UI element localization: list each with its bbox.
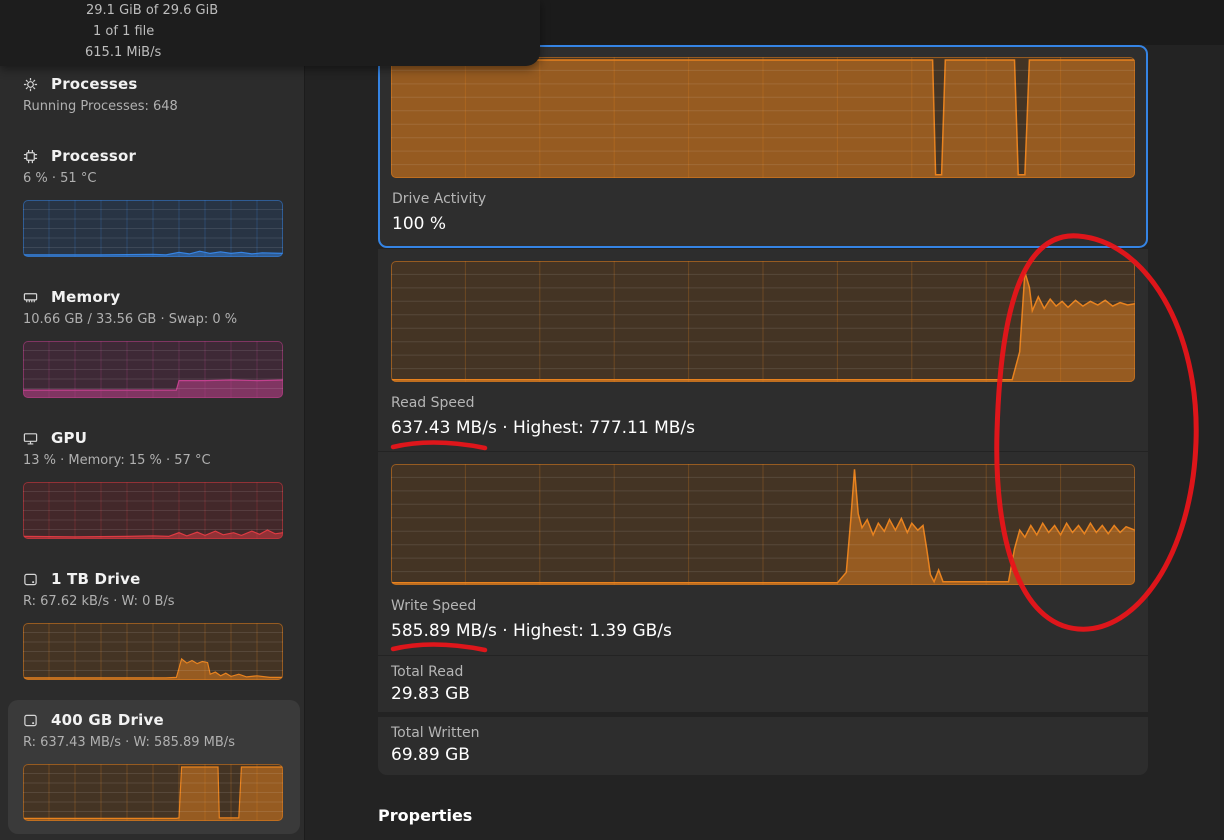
drive-icon [23,572,38,587]
sidebar-item-subtitle: R: 637.43 MB/s · W: 585.89 MB/s [23,735,285,753]
progress-files-text: 1 of 1 file [93,24,154,40]
total-written-row: Total Written 69.89 GB [378,717,1148,775]
row-label: Total Read [391,664,463,680]
sidebar-item-title: GPU [51,429,87,447]
progress-speed-text: 615.1 MiB/s [85,45,161,61]
sidebar-item-gpu[interactable]: GPU 13 % · Memory: 15 % · 57 °C [0,428,305,539]
row-label: Read Speed [391,395,475,411]
400gb-drive-graph [23,764,283,821]
memory-icon [23,290,38,305]
sidebar-item-title: Processor [51,147,136,165]
sidebar-item-subtitle: 10.66 GB / 33.56 GB · Swap: 0 % [0,312,305,330]
sidebar-item-subtitle: R: 67.62 kB/s · W: 0 B/s [0,594,305,612]
gpu-icon [23,431,38,446]
row-value: 100 % [392,214,446,234]
sidebar-item-subtitle: 6 % · 51 °C [0,171,305,189]
progress-size-text: 29.1 GiB of 29.6 GiB [86,3,218,19]
drive-activity-graph [391,57,1135,178]
row-label: Total Written [391,725,479,741]
gpu-graph [23,482,283,539]
processor-icon [23,149,38,164]
read-speed-graph [391,261,1135,382]
sidebar-item-subtitle: 13 % · Memory: 15 % · 57 °C [0,453,305,471]
file-copy-progress-overlay: 29.1 GiB of 29.6 GiB 1 of 1 file 615.1 M… [0,0,540,66]
row-value: 69.89 GB [391,745,470,765]
total-read-row: Total Read 29.83 GB [378,656,1148,712]
1tb-drive-graph [23,623,283,680]
drive-icon [23,713,38,728]
sidebar-item-processes[interactable]: Processes Running Processes: 648 [0,74,305,117]
sidebar-item-1tb-drive[interactable]: 1 TB Drive R: 67.62 kB/s · W: 0 B/s [0,569,305,680]
sidebar-item-400gb-drive[interactable]: 400 GB Drive R: 637.43 MB/s · W: 585.89 … [8,700,300,834]
sidebar-item-processor[interactable]: Processor 6 % · 51 °C [0,146,305,257]
processes-icon [23,77,38,92]
properties-heading: Properties [378,806,472,825]
sidebar-item-title: Processes [51,75,138,93]
sidebar-item-subtitle: Running Processes: 648 [0,99,305,117]
cpu-graph [23,200,283,257]
memory-graph [23,341,283,398]
sidebar-item-title: 400 GB Drive [51,711,164,729]
drive-activity-row[interactable]: Drive Activity 100 % [378,45,1148,248]
write-speed-graph [391,464,1135,585]
write-speed-row[interactable]: Write Speed 585.89 MB/s · Highest: 1.39 … [378,452,1148,655]
sidebar: Processes Running Processes: 648 Process… [0,0,305,840]
sidebar-item-title: Memory [51,288,120,306]
row-label: Drive Activity [392,191,486,207]
sidebar-item-title: 1 TB Drive [51,570,141,588]
row-value: 29.83 GB [391,684,470,704]
row-label: Write Speed [391,598,476,614]
row-value: 585.89 MB/s · Highest: 1.39 GB/s [391,621,672,641]
read-speed-row[interactable]: Read Speed 637.43 MB/s · Highest: 777.11… [378,249,1148,451]
row-value: 637.43 MB/s · Highest: 777.11 MB/s [391,418,695,438]
sidebar-item-memory[interactable]: Memory 10.66 GB / 33.56 GB · Swap: 0 % [0,287,305,398]
system-monitor-window: Processes Running Processes: 648 Process… [0,0,1224,840]
